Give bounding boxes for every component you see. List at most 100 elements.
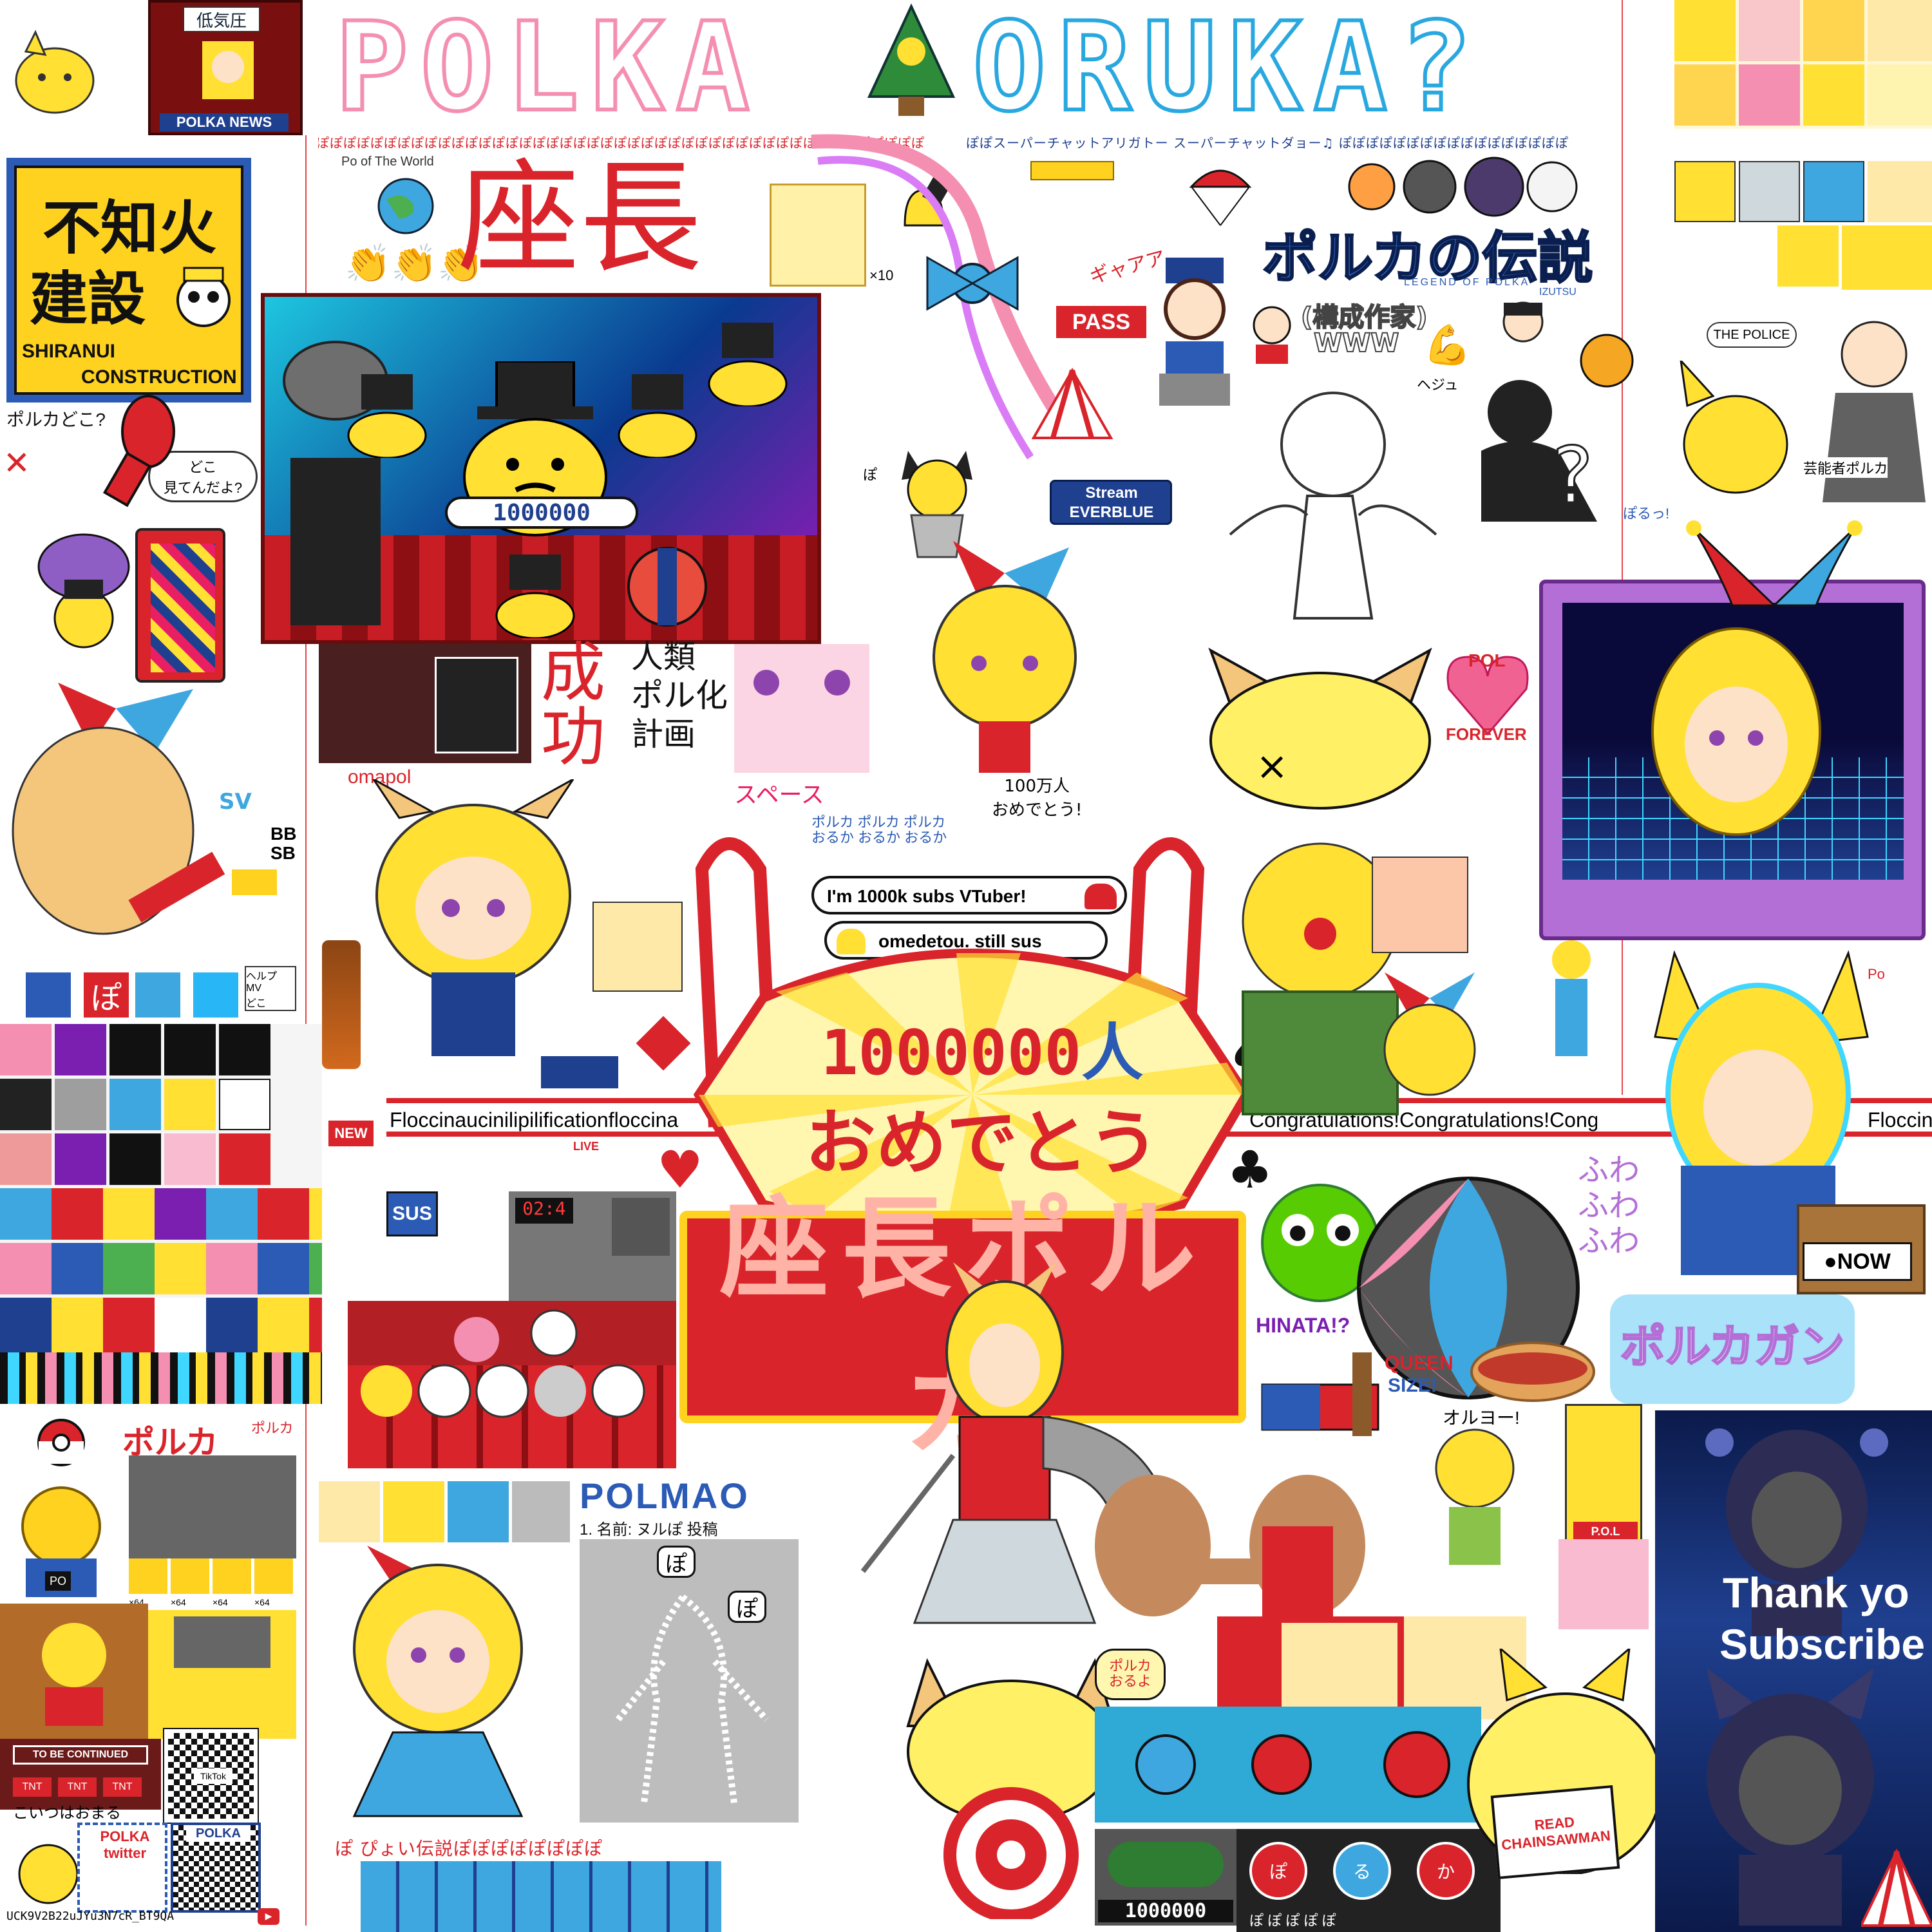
thank-you-line-2: Subscribe	[1719, 1620, 1926, 1668]
sv-logo: SV	[219, 789, 252, 815]
subs-count: 1000000	[820, 1017, 1082, 1089]
hegyu-text: ヘジュ	[1417, 377, 1459, 393]
dirt-scene	[0, 1604, 148, 1739]
pol-label: POL	[1468, 650, 1506, 670]
live-label: LIVE	[573, 1140, 600, 1153]
qr-code-tiktok[interactable]: TikTok	[163, 1728, 259, 1824]
globe-icon	[377, 178, 434, 234]
eye-icon	[824, 670, 850, 696]
new-badge: NEW	[328, 1121, 374, 1146]
pol-forever-heart: POL FOREVER	[1443, 650, 1533, 744]
tile-row	[0, 1298, 322, 1356]
jester-pattern	[151, 544, 215, 672]
juggling-pin-icon	[102, 395, 175, 507]
anime-face-closeup	[734, 644, 869, 773]
po-speech-2: ぽ	[728, 1591, 766, 1623]
svg-text:?: ?	[1552, 431, 1593, 521]
banner-left-text: Floccinaucinilipilificationfloccina	[390, 1108, 679, 1132]
twitter-qr-card[interactable]: POLKA twitter	[77, 1823, 167, 1913]
sus-sign: SUS	[386, 1191, 438, 1236]
control-panel-art: 02:4	[509, 1191, 676, 1307]
construction-en-1: SHIRANUI	[22, 341, 116, 362]
stage-counter: 1000000	[445, 497, 638, 529]
pikachu-hat-icon	[347, 374, 427, 458]
jester-pikachu-icon	[1680, 361, 1788, 494]
tile-row	[0, 1243, 322, 1294]
po-small-label: ぽ	[863, 467, 878, 483]
grid-tile	[109, 1133, 161, 1185]
thank-you-panel: Thank yo Subscribe	[1655, 1410, 1932, 1932]
stream-label-1: Stream	[1085, 484, 1138, 502]
portrait-thumb	[448, 1481, 509, 1542]
portrait-thumb	[1558, 1539, 1649, 1629]
idol-polka-icon	[352, 1546, 524, 1817]
tnt-block: TNT	[103, 1777, 142, 1797]
sus-chat-bubble-1: I'm 1000k subs VTuber!	[811, 876, 1127, 914]
grid-tile	[109, 1079, 161, 1130]
svg-text:×: ×	[1256, 744, 1288, 789]
grid-tile	[55, 1079, 106, 1130]
portrait-thumb	[1868, 0, 1932, 61]
jinrui-block: 人類 ポル化 計画	[631, 638, 728, 753]
portrait-thumb	[1803, 64, 1864, 126]
play-icon	[26, 972, 71, 1018]
portrait-thumb	[1842, 225, 1932, 290]
audience-characters-icon	[361, 1309, 645, 1418]
chibi-polka-icon	[372, 779, 574, 1056]
tv-screen	[1562, 603, 1904, 880]
polka-qr-label: POLKA	[186, 1825, 251, 1842]
www-text: WWW	[1313, 328, 1399, 359]
po-tile: ぽ	[84, 972, 129, 1018]
porutsu-label: ぽるっ!	[1623, 506, 1670, 522]
x64-label: ×64	[254, 1597, 270, 1607]
gold-bar-icon	[232, 869, 277, 895]
circus-tent-icon	[1031, 367, 1113, 439]
bonsai-icon	[1108, 1842, 1224, 1887]
pikachu-hat-icon	[618, 374, 697, 458]
news-sign: 低気圧	[183, 6, 260, 32]
portrait-thumb	[1739, 161, 1800, 222]
polka-portrait-icon	[1651, 627, 1821, 836]
pikachu-tile	[0, 0, 155, 122]
portrait-thumb	[1803, 0, 1864, 61]
sus-chat-text-1: I'm 1000k subs VTuber!	[827, 886, 1027, 906]
jester-girl-icon	[933, 541, 1077, 773]
subs-count-line: 1000000人	[776, 1021, 1188, 1085]
idol-figure-icon	[1552, 940, 1591, 1056]
fuwa-text: ふわ ふわ ふわ	[1578, 1152, 1640, 1259]
circus-stage-art: 1000000	[261, 293, 821, 644]
x-mark-icon: ✕	[3, 444, 30, 482]
guest-avatar-icon	[1253, 306, 1291, 364]
to-be-continued: TO BE CONTINUED	[13, 1745, 148, 1765]
portrait-thumb	[1868, 64, 1932, 126]
time-display: 02:4	[515, 1198, 573, 1224]
portrait-thumb	[1372, 857, 1468, 953]
qr-code-polka[interactable]: POLKA	[171, 1823, 261, 1913]
portrait-thumb	[1777, 225, 1839, 287]
beach-ball-icon	[627, 547, 707, 627]
muscle-icon: 💪	[1423, 323, 1472, 368]
icon-tile-grid	[0, 1024, 322, 1359]
gold-bar-icon	[1030, 161, 1114, 180]
construction-sign-inner: 不知火 建設 SHIRANUI CONSTRUCTION	[14, 166, 243, 395]
forum-name-row: 1. 名前: ヌルぽ 投稿	[580, 1521, 718, 1539]
jinrui-line-1: 人類	[631, 638, 696, 676]
portrait-thumb	[1674, 0, 1736, 61]
portrait-thumb	[1803, 161, 1864, 222]
portrait-thumb	[435, 657, 518, 753]
construction-en-2: CONSTRUCTION	[81, 366, 237, 388]
polmao-text: POLMAO	[580, 1475, 750, 1516]
tnt-block: TNT	[58, 1777, 97, 1797]
bed-icon	[1261, 1352, 1379, 1436]
score-counter: 1000000	[1098, 1900, 1233, 1922]
help-mv-text: ヘルプ MV どこ	[245, 966, 296, 1011]
taiko-drum: る	[1333, 1842, 1391, 1900]
pixel-pikachu-block	[148, 1610, 296, 1739]
pass-sign: PASS	[1056, 306, 1146, 338]
youtube-play-icon[interactable]: ▶	[258, 1908, 279, 1925]
thank-you-line-1: Thank yo	[1723, 1569, 1909, 1616]
ascii-art-panel: ぽ ぽ	[580, 1539, 799, 1823]
mini-character-row	[361, 1861, 721, 1932]
forever-label: FOREVER	[1446, 724, 1527, 744]
x64-label: ×64	[171, 1597, 186, 1607]
